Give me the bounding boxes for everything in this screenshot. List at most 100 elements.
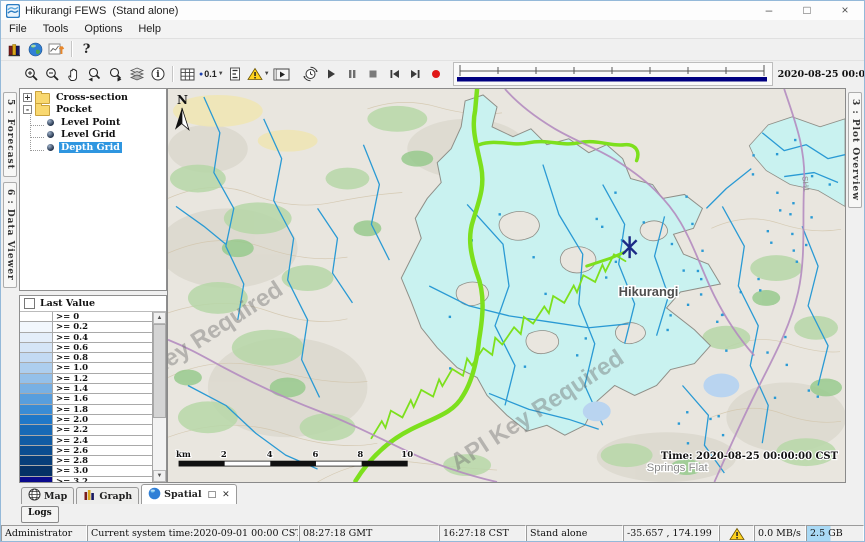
legend-row[interactable]: >= 0.6 xyxy=(20,343,152,353)
tab-label: Spatial xyxy=(164,489,201,500)
legend-label: >= 0.2 xyxy=(53,322,152,332)
time-slider[interactable] xyxy=(453,62,773,86)
legend-row[interactable]: >= 2.0 xyxy=(20,415,152,425)
grid-icon[interactable] xyxy=(177,64,198,84)
scroll-up-icon[interactable]: ▲ xyxy=(153,312,166,324)
bar-chart-icon xyxy=(83,488,96,504)
archive-icon[interactable] xyxy=(4,39,25,59)
animate-clock-icon[interactable] xyxy=(300,64,321,84)
svg-text:10: 10 xyxy=(401,449,413,459)
globe-icon[interactable] xyxy=(25,39,46,59)
restore-tab-button[interactable]: □ xyxy=(208,490,217,500)
legend-row[interactable]: >= 2.8 xyxy=(20,456,152,466)
play-icon[interactable] xyxy=(321,64,342,84)
movie-icon[interactable] xyxy=(271,64,292,84)
legend-row[interactable]: >= 1.6 xyxy=(20,394,152,404)
legend-row[interactable]: >= 3.2 xyxy=(20,477,152,482)
dock-tab-forecast[interactable]: 5 : Forecast xyxy=(3,92,17,177)
layers-icon[interactable] xyxy=(126,64,147,84)
right-dock-rail: 3 : Plot Overview xyxy=(846,88,864,483)
legend-row[interactable]: >= 2.6 xyxy=(20,446,152,456)
legend-row[interactable]: >= 3.0 xyxy=(20,466,152,476)
zoom-previous-icon[interactable] xyxy=(84,64,105,84)
map-canvas: API Key Required API Key Required Hikura… xyxy=(168,89,845,482)
legend-header: Last Value xyxy=(20,296,166,312)
menu-help[interactable]: Help xyxy=(130,20,169,38)
skip-end-icon[interactable] xyxy=(405,64,426,84)
legend-row[interactable]: >= 2.2 xyxy=(20,425,152,435)
legend-label: >= 0.4 xyxy=(53,333,152,343)
logs-button[interactable]: Logs xyxy=(21,506,59,523)
menu-options[interactable]: Options xyxy=(76,20,130,38)
legend-row[interactable]: >= 0 xyxy=(20,312,152,322)
legend-row[interactable]: >= 0.2 xyxy=(20,322,152,332)
legend-row[interactable]: >= 1.0 xyxy=(20,363,152,373)
tab-map[interactable]: Map xyxy=(21,487,74,504)
chevron-down-icon[interactable]: ▼ xyxy=(264,71,270,77)
legend-swatch xyxy=(20,456,53,466)
menu-file[interactable]: File xyxy=(1,20,35,38)
legend-label: >= 0.8 xyxy=(53,353,152,363)
chevron-down-icon[interactable]: ▼ xyxy=(218,71,224,77)
chart-export-icon[interactable] xyxy=(46,39,67,59)
scroll-thumb[interactable] xyxy=(153,324,166,418)
status-warning-icon xyxy=(719,525,754,542)
legend-row[interactable]: >= 0.8 xyxy=(20,353,152,363)
info-icon[interactable]: i xyxy=(147,64,168,84)
app-window: Hikurangi FEWS (Stand alone) – □ × FileT… xyxy=(0,0,865,542)
legend-row[interactable]: >= 2.4 xyxy=(20,436,152,446)
status-cell-4: Stand alone xyxy=(526,525,623,542)
title-bar: Hikurangi FEWS (Stand alone) – □ × xyxy=(1,1,864,21)
map-view[interactable]: API Key Required API Key Required Hikura… xyxy=(167,88,846,483)
minimize-button[interactable]: – xyxy=(750,1,788,20)
dock-tab-data-viewer[interactable]: 6 : Data Viewer xyxy=(3,182,17,288)
tree-item-pocket[interactable]: -Pocket xyxy=(20,104,166,117)
last-value-checkbox[interactable] xyxy=(24,298,35,309)
record-icon[interactable] xyxy=(426,64,447,84)
maximize-button[interactable]: □ xyxy=(788,1,826,20)
zoom-next-icon[interactable] xyxy=(105,64,126,84)
legend-panel: Last Value >= 0>= 0.2>= 0.4>= 0.6>= 0.8>… xyxy=(19,295,167,483)
legend-swatch xyxy=(20,477,53,482)
stop-icon[interactable] xyxy=(363,64,384,84)
status-cell-1: Current system time:2020-09-01 00:00 CST xyxy=(87,525,299,542)
dock-tab-plot-overview[interactable]: 3 : Plot Overview xyxy=(848,92,862,208)
pause-icon[interactable] xyxy=(342,64,363,84)
profile-icon[interactable] xyxy=(225,64,246,84)
svg-text:2: 2 xyxy=(221,449,227,459)
legend-row[interactable]: >= 1.2 xyxy=(20,374,152,384)
pan-icon[interactable] xyxy=(63,64,84,84)
zoom-in-icon[interactable] xyxy=(21,64,42,84)
legend-swatch xyxy=(20,394,53,404)
help-icon[interactable]: ? xyxy=(76,39,97,59)
legend-row[interactable]: >= 0.4 xyxy=(20,333,152,343)
legend-swatch xyxy=(20,353,53,363)
legend-swatch xyxy=(20,363,53,373)
window-controls: – □ × xyxy=(750,1,864,20)
tab-spatial[interactable]: Spatial □ ✕ xyxy=(141,484,236,504)
menu-bar: FileToolsOptionsHelp xyxy=(1,20,864,39)
legend-row[interactable]: >= 1.8 xyxy=(20,405,152,415)
tree-guide xyxy=(30,127,44,138)
warning-icon[interactable]: ▼ xyxy=(246,64,271,84)
legend-row[interactable]: >= 1.4 xyxy=(20,384,152,394)
menu-tools[interactable]: Tools xyxy=(35,20,77,38)
threshold-icon[interactable]: ●0.1▼ xyxy=(198,64,225,84)
tree-item-cross-section[interactable]: +Cross-section xyxy=(20,91,166,104)
bottom-tab-bar: MapGraph Spatial □ ✕ xyxy=(1,483,864,504)
legend-scrollbar[interactable]: ▲ ▼ xyxy=(152,312,166,482)
zoom-out-icon[interactable] xyxy=(42,64,63,84)
skip-start-icon[interactable] xyxy=(384,64,405,84)
legend-label: >= 1.4 xyxy=(53,384,152,394)
close-tab-button[interactable]: ✕ xyxy=(222,490,230,500)
collapse-icon[interactable]: - xyxy=(23,105,32,114)
tab-graph[interactable]: Graph xyxy=(76,487,139,504)
close-button[interactable]: × xyxy=(826,1,864,20)
scroll-down-icon[interactable]: ▼ xyxy=(153,470,166,482)
expand-icon[interactable]: + xyxy=(23,93,32,102)
legend-title: Last Value xyxy=(40,298,95,309)
place-label-springs-flat: Springs Flat xyxy=(647,462,709,474)
tree-item-depth-grid[interactable]: Depth Grid xyxy=(20,141,166,154)
legend-swatch xyxy=(20,446,53,456)
legend-swatch xyxy=(20,322,53,332)
